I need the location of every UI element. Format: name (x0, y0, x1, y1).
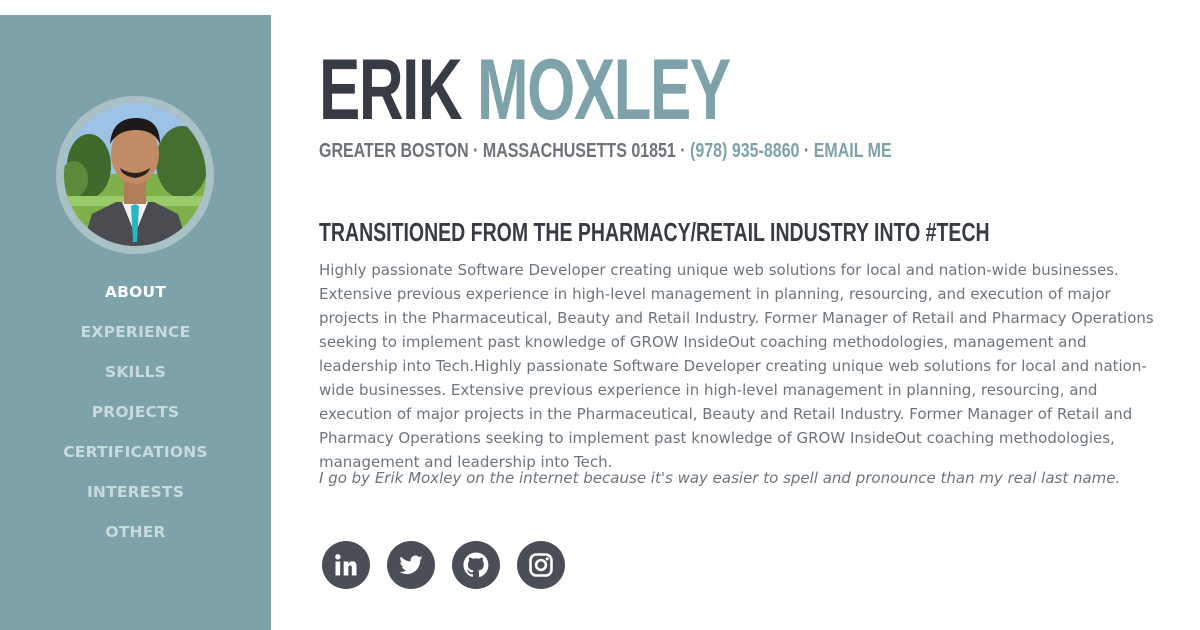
linkedin-icon (335, 554, 357, 576)
email-link[interactable]: EMAIL ME (814, 140, 892, 162)
sidebar-nav: ABOUT EXPERIENCE SKILLS PROJECTS CERTIFI… (0, 277, 271, 557)
contact-separator: · (803, 140, 810, 162)
nav-item-interests[interactable]: INTERESTS (0, 477, 271, 517)
github-icon (463, 552, 489, 578)
bio-text: Highly passionate Software Developer cre… (319, 261, 1154, 471)
profile-photo-frame (56, 96, 214, 254)
nav-item-experience[interactable]: EXPERIENCE (0, 317, 271, 357)
twitter-button[interactable] (387, 541, 435, 589)
profile-photo (64, 104, 206, 246)
bio-quote: I go by Erik Moxley on the internet beca… (319, 469, 1121, 487)
nav-item-skills[interactable]: SKILLS (0, 357, 271, 397)
last-name: MOXLEY (476, 42, 731, 138)
phone-link[interactable]: (978) 935-8860 (690, 140, 799, 162)
nav-item-projects[interactable]: PROJECTS (0, 397, 271, 437)
instagram-icon (529, 553, 553, 577)
first-name: ERIK (319, 42, 463, 138)
location-text: GREATER BOSTON · MASSACHUSETTS 01851 · (319, 140, 686, 162)
instagram-button[interactable] (517, 541, 565, 589)
contact-line: GREATER BOSTON · MASSACHUSETTS 01851 · (… (319, 140, 892, 163)
linkedin-button[interactable] (322, 541, 370, 589)
page-title: ERIK MOXLEY (319, 40, 731, 140)
nav-item-about[interactable]: ABOUT (0, 277, 271, 317)
nav-item-certifications[interactable]: CERTIFICATIONS (0, 437, 271, 477)
social-links (322, 541, 565, 589)
nav-item-other[interactable]: OTHER (0, 517, 271, 557)
github-button[interactable] (452, 541, 500, 589)
section-heading: TRANSITIONED FROM THE PHARMACY/RETAIL IN… (319, 217, 990, 247)
twitter-icon (399, 555, 423, 574)
sidebar: ABOUT EXPERIENCE SKILLS PROJECTS CERTIFI… (0, 15, 271, 630)
